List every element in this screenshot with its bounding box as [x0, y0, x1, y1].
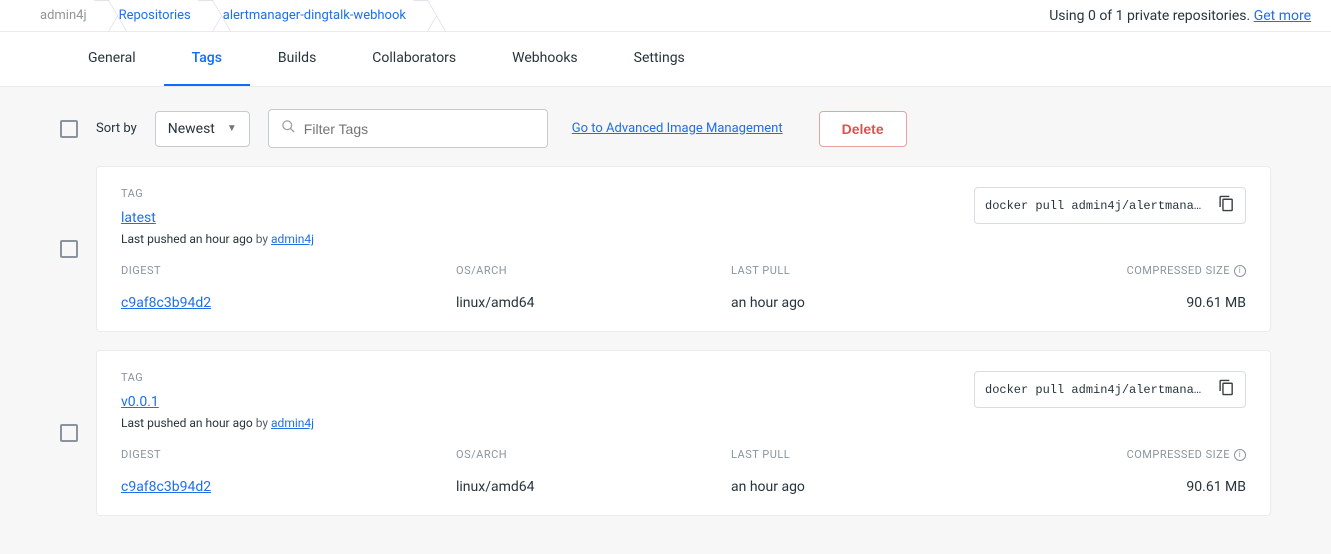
last-pull-label: LAST PULL: [731, 448, 1076, 461]
usage-count: Using 0 of 1 private repositories.: [1049, 8, 1250, 24]
digest-link[interactable]: c9af8c3b94d2: [121, 479, 456, 495]
by-text: by: [253, 232, 271, 246]
tag-label: TAG: [121, 371, 974, 384]
tag-name-link[interactable]: latest: [121, 210, 156, 226]
tag-card: TAG latest Last pushed an hour ago by ad…: [96, 166, 1271, 332]
by-text: by: [253, 416, 271, 430]
pushed-time: an hour ago: [189, 416, 252, 430]
tag-label: TAG: [121, 187, 974, 200]
digest-link[interactable]: c9af8c3b94d2: [121, 295, 456, 311]
sort-select[interactable]: Newest ▼: [155, 111, 250, 147]
tag-columns: DIGEST c9af8c3b94d2 OS/ARCH linux/amd64 …: [121, 264, 1246, 311]
author-link[interactable]: admin4j: [271, 416, 314, 430]
advanced-image-mgmt-link[interactable]: Go to Advanced Image Management: [572, 121, 783, 136]
last-pull-label: LAST PULL: [731, 264, 1076, 277]
crumb-repo[interactable]: alertmanager-dingtalk-webhook: [213, 0, 428, 31]
copy-icon[interactable]: [1218, 379, 1235, 400]
last-pull-value: an hour ago: [731, 479, 1076, 495]
tag-row: TAG v0.0.1 Last pushed an hour ago by ad…: [60, 350, 1271, 516]
breadcrumb: admin4j Repositories alertmanager-dingta…: [20, 0, 428, 31]
pull-command-box[interactable]: docker pull admin4j/alertmanager…: [974, 187, 1246, 224]
usage-text: Using 0 of 1 private repositories. Get m…: [1049, 8, 1311, 24]
tag-checkbox[interactable]: [60, 240, 78, 258]
tab-tags[interactable]: Tags: [164, 32, 250, 86]
filter-input[interactable]: [304, 121, 535, 137]
select-all-checkbox[interactable]: [60, 120, 78, 138]
tab-collaborators[interactable]: Collaborators: [344, 32, 484, 86]
sort-label: Sort by: [96, 121, 137, 136]
sort-value: Newest: [168, 121, 215, 137]
tag-name-link[interactable]: v0.0.1: [121, 394, 159, 410]
get-more-link[interactable]: Get more: [1254, 8, 1311, 24]
last-pull-value: an hour ago: [731, 295, 1076, 311]
author-link[interactable]: admin4j: [271, 232, 314, 246]
os-label: OS/ARCH: [456, 448, 731, 461]
search-icon: [281, 119, 296, 138]
header-bar: admin4j Repositories alertmanager-dingta…: [0, 0, 1331, 32]
pushed-prefix: Last pushed: [121, 416, 189, 430]
tabs: General Tags Builds Collaborators Webhoo…: [0, 32, 1331, 87]
pull-command-text: docker pull admin4j/alertmanager…: [985, 383, 1206, 397]
tab-webhooks[interactable]: Webhooks: [484, 32, 606, 86]
size-label: COMPRESSED SIZEi: [1127, 264, 1246, 277]
pull-command-text: docker pull admin4j/alertmanager…: [985, 199, 1206, 213]
crumb-owner[interactable]: admin4j: [20, 0, 109, 31]
size-value: 90.61 MB: [1186, 295, 1246, 311]
info-icon[interactable]: i: [1234, 265, 1246, 277]
crumb-repositories[interactable]: Repositories: [109, 0, 213, 31]
copy-icon[interactable]: [1218, 195, 1235, 216]
os-value: linux/amd64: [456, 295, 731, 311]
os-value: linux/amd64: [456, 479, 731, 495]
tag-list: TAG latest Last pushed an hour ago by ad…: [0, 148, 1331, 554]
tab-builds[interactable]: Builds: [250, 32, 344, 86]
digest-label: DIGEST: [121, 448, 456, 461]
push-info: Last pushed an hour ago by admin4j: [121, 232, 974, 246]
tag-card: TAG v0.0.1 Last pushed an hour ago by ad…: [96, 350, 1271, 516]
chevron-down-icon: ▼: [227, 123, 237, 134]
pushed-time: an hour ago: [189, 232, 252, 246]
tag-columns: DIGEST c9af8c3b94d2 OS/ARCH linux/amd64 …: [121, 448, 1246, 495]
delete-button[interactable]: Delete: [819, 111, 907, 147]
controls-bar: Sort by Newest ▼ Go to Advanced Image Ma…: [0, 87, 1331, 148]
info-icon[interactable]: i: [1234, 449, 1246, 461]
push-info: Last pushed an hour ago by admin4j: [121, 416, 974, 430]
tab-general[interactable]: General: [60, 32, 164, 86]
pushed-prefix: Last pushed: [121, 232, 189, 246]
tag-checkbox[interactable]: [60, 424, 78, 442]
size-label: COMPRESSED SIZEi: [1127, 448, 1246, 461]
tab-settings[interactable]: Settings: [606, 32, 713, 86]
os-label: OS/ARCH: [456, 264, 731, 277]
digest-label: DIGEST: [121, 264, 456, 277]
size-value: 90.61 MB: [1186, 479, 1246, 495]
tag-row: TAG latest Last pushed an hour ago by ad…: [60, 166, 1271, 332]
pull-command-box[interactable]: docker pull admin4j/alertmanager…: [974, 371, 1246, 408]
filter-input-wrap[interactable]: [268, 109, 548, 148]
